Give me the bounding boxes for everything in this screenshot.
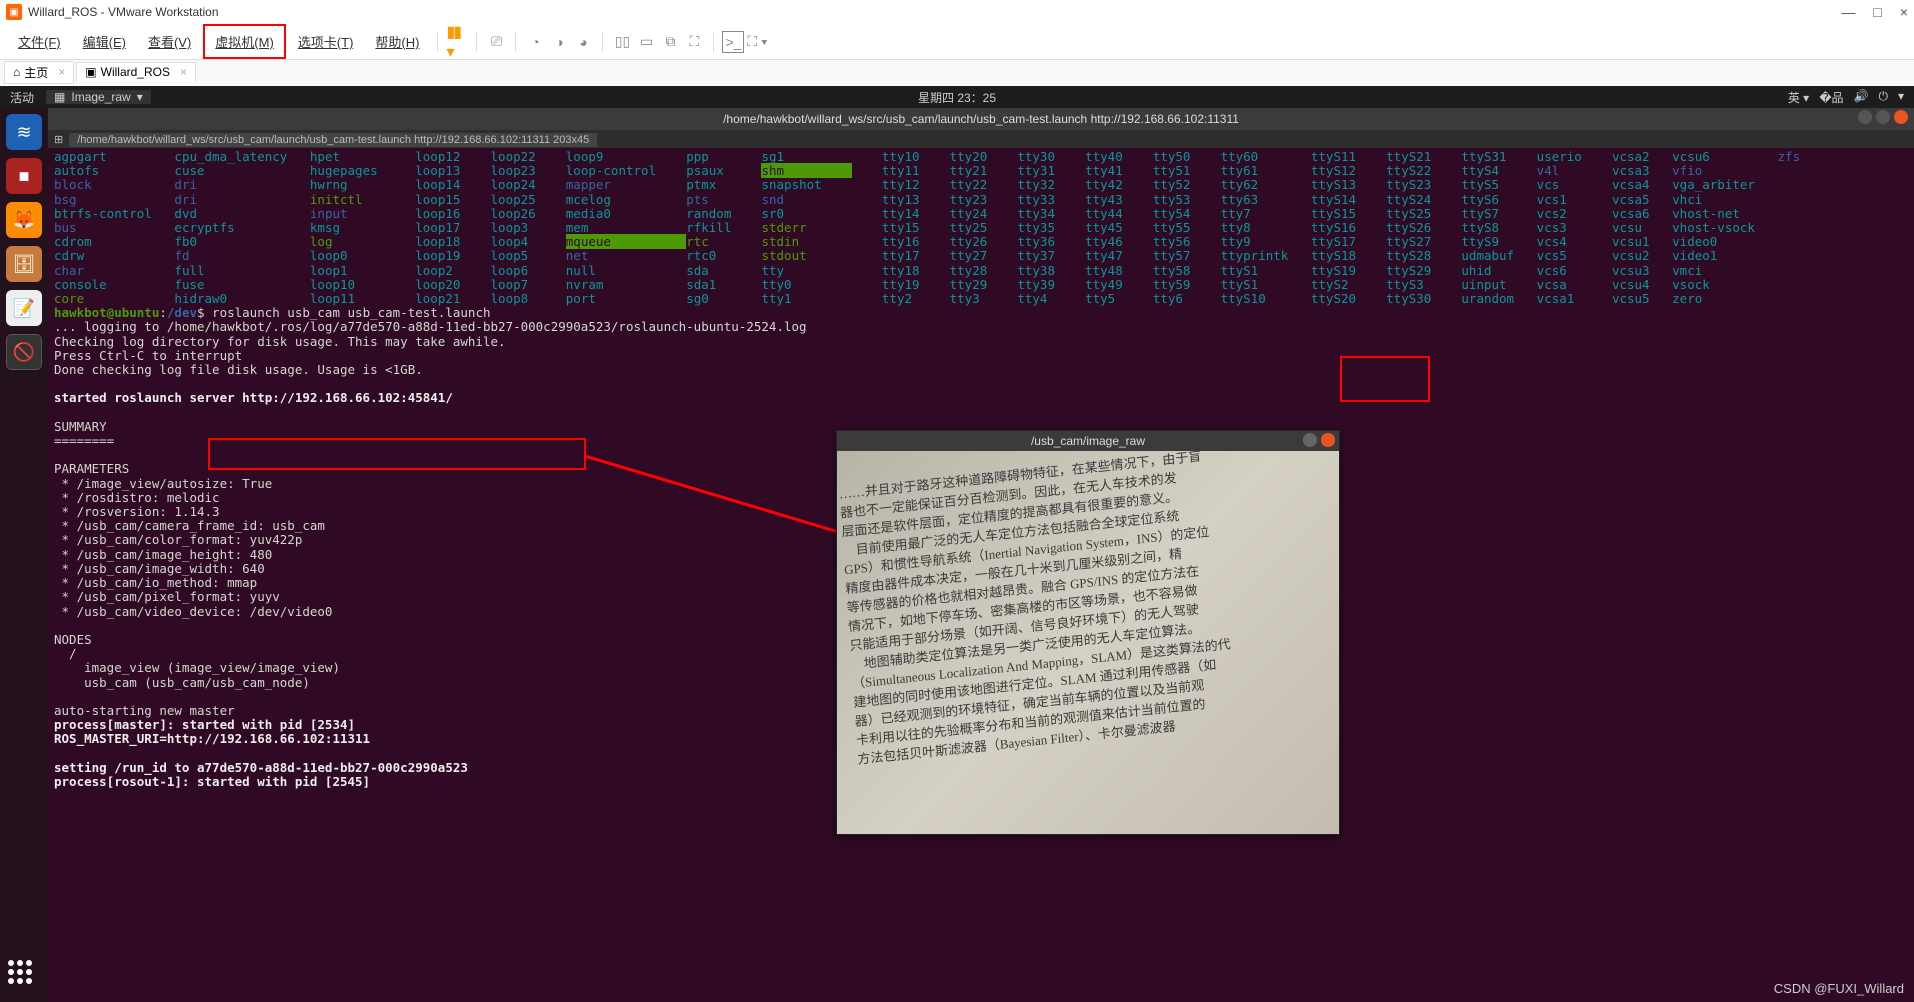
dock-show-apps-icon[interactable] — [8, 960, 40, 992]
term-max-icon[interactable] — [1876, 110, 1890, 124]
annotation-box-video — [1340, 356, 1430, 402]
menu-file[interactable]: 文件(F) — [8, 26, 71, 57]
close-tab-icon[interactable]: × — [180, 65, 187, 79]
dock-firefox-icon[interactable]: 🦊 — [6, 202, 42, 238]
layout-3-icon[interactable]: ⧉ — [659, 31, 681, 53]
layout-2-icon[interactable]: ▭ — [635, 31, 657, 53]
layout-4-icon[interactable]: ⛶ — [683, 31, 705, 53]
send-ctrl-alt-del-icon[interactable]: ⎚ — [485, 31, 507, 53]
volume-icon[interactable]: 🔊 — [1854, 89, 1869, 106]
home-icon: ⌂ — [13, 65, 20, 79]
console-icon[interactable]: >_ — [722, 31, 744, 53]
gnome-dock: ≋ ■ 🦊 🗄 📝 🚫 — [0, 108, 48, 1002]
window-controls: — □ × — [1841, 4, 1908, 20]
tab-vm[interactable]: ▣Willard_ROS× — [76, 62, 196, 82]
terminal-tab[interactable]: /home/hawkbot/willard_ws/src/usb_cam/lau… — [69, 133, 597, 147]
dock-vscode-icon[interactable]: ≋ — [6, 114, 42, 150]
system-chevron-icon[interactable]: ▾ — [1898, 89, 1904, 106]
activities-button[interactable]: 活动 — [10, 89, 34, 106]
menu-view[interactable]: 查看(V) — [138, 26, 201, 57]
layout-1-icon[interactable]: ▯▯ — [611, 31, 633, 53]
guest-desktop: 活动 ▦ Image_raw ▾ 星期四 23：25 英 ▾ �品 🔊 ⏻ ▾ … — [0, 86, 1914, 1002]
term-min-icon[interactable] — [1858, 110, 1872, 124]
clock[interactable]: 星期四 23：25 — [918, 89, 996, 106]
fullscreen-icon[interactable]: ⛶ ▾ — [746, 31, 768, 53]
image-raw-camera-feed: ……并且对于路牙这种道路障碍物特征，在某些情况下，由于盲器也不一定能保证百分百检… — [837, 451, 1339, 834]
camera-feed-text: ……并且对于路牙这种道路障碍物特征，在某些情况下，由于盲器也不一定能保证百分百检… — [838, 451, 1338, 769]
close-tab-icon[interactable]: × — [58, 65, 65, 79]
terminal-title-bar[interactable]: /home/hawkbot/willard_ws/src/usb_cam/lau… — [48, 108, 1914, 130]
menu-edit[interactable]: 编辑(E) — [73, 26, 136, 57]
pause-vm-icon[interactable]: ▮▮ ▾ — [446, 31, 468, 53]
input-lang[interactable]: 英 ▾ — [1788, 89, 1809, 106]
image-raw-window[interactable]: /usb_cam/image_raw ……并且对于路牙这种道路障碍物特征，在某些… — [836, 430, 1340, 835]
imgwin-close-icon[interactable] — [1321, 433, 1335, 447]
image-raw-title-bar[interactable]: /usb_cam/image_raw — [837, 431, 1339, 451]
vmware-menu-bar: 文件(F) 编辑(E) 查看(V) 虚拟机(M) 选项卡(T) 帮助(H) ▮▮… — [0, 24, 1914, 60]
window-title: Willard_ROS - VMware Workstation — [28, 5, 219, 19]
app-icon: ▦ — [54, 90, 65, 104]
vm-tab-strip: ⌂主页× ▣Willard_ROS× — [0, 60, 1914, 84]
revert-icon[interactable]: ◑ — [548, 31, 570, 53]
network-icon[interactable]: �品 — [1819, 89, 1843, 106]
annotation-box-command — [208, 438, 586, 470]
power-icon[interactable]: ⏻ — [1878, 89, 1888, 106]
vmware-title-bar: ▣ Willard_ROS - VMware Workstation — □ × — [0, 0, 1914, 24]
manage-snapshot-icon[interactable]: ◕ — [572, 31, 594, 53]
snapshot-icon[interactable]: ◔ — [524, 31, 546, 53]
maximize-button[interactable]: □ — [1873, 4, 1881, 20]
gnome-top-bar: 活动 ▦ Image_raw ▾ 星期四 23：25 英 ▾ �品 🔊 ⏻ ▾ — [0, 86, 1914, 108]
watermark: CSDN @FUXI_Willard — [1774, 981, 1904, 996]
dock-texteditor-icon[interactable]: 📝 — [6, 290, 42, 326]
dock-files-icon[interactable]: 🗄 — [6, 246, 42, 282]
menu-vm[interactable]: 虚拟机(M) — [203, 24, 286, 59]
dock-noentry-icon[interactable]: 🚫 — [6, 334, 42, 370]
terminal-tab-bar: ⊞ /home/hawkbot/willard_ws/src/usb_cam/l… — [48, 130, 1914, 149]
close-button[interactable]: × — [1900, 4, 1908, 20]
tab-home[interactable]: ⌂主页× — [4, 61, 74, 84]
term-close-icon[interactable] — [1894, 110, 1908, 124]
dock-app2-icon[interactable]: ■ — [6, 158, 42, 194]
vm-icon: ▣ — [85, 65, 96, 79]
chevron-down-icon: ▾ — [137, 90, 143, 104]
vmware-logo-icon: ▣ — [6, 4, 22, 20]
terminal-tab-icon: ⊞ — [54, 133, 63, 146]
menu-tabs[interactable]: 选项卡(T) — [288, 26, 364, 57]
app-menu[interactable]: ▦ Image_raw ▾ — [46, 90, 151, 104]
minimize-button[interactable]: — — [1841, 4, 1855, 20]
imgwin-min-icon[interactable] — [1303, 433, 1317, 447]
menu-help[interactable]: 帮助(H) — [365, 26, 429, 57]
